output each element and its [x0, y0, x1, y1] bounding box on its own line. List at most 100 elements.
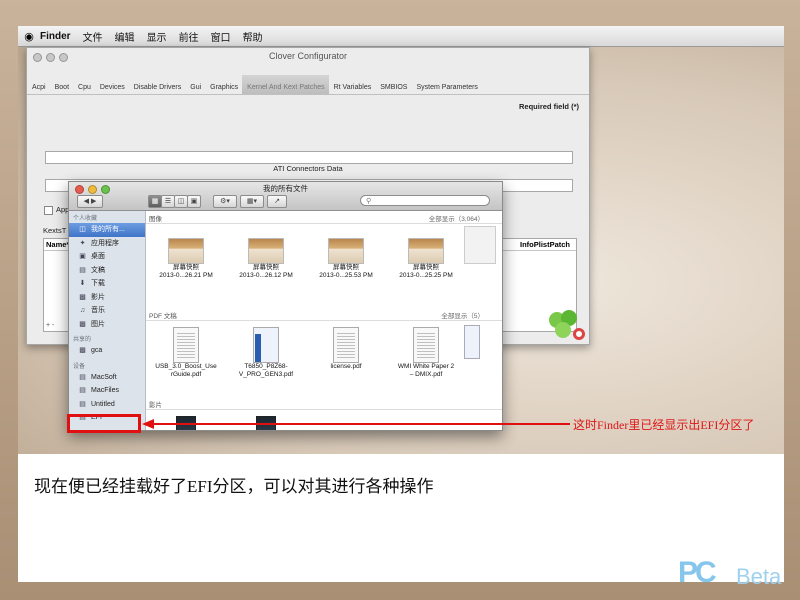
- ati-data-field[interactable]: [45, 151, 573, 164]
- menu-go[interactable]: 前往: [179, 29, 199, 44]
- shared-heading: 共享的: [73, 337, 92, 343]
- clover-leaf-icon: [545, 308, 587, 342]
- add-remove-buttons[interactable]: + -: [46, 322, 54, 329]
- screenshot-thumbnail: [248, 238, 284, 264]
- sidebar-item-applications[interactable]: ✦ 应用程序: [69, 237, 145, 251]
- close-button[interactable]: [33, 53, 42, 62]
- back-forward-buttons[interactable]: ◀ ▶: [77, 195, 103, 208]
- action-gear-icon[interactable]: ⚙▾: [213, 195, 237, 208]
- list-view-button[interactable]: ☰: [161, 195, 175, 208]
- tab-rt-variables[interactable]: Rt Variables: [329, 84, 376, 94]
- file-item[interactable]: USB_3.0_Boost_Use rGuide.pdf: [146, 327, 226, 397]
- sidebar-item-all-files[interactable]: ◫ 我的所有...: [69, 223, 145, 237]
- logo-beta: Beta: [736, 564, 782, 589]
- column-infoplistpatch[interactable]: InfoPlistPatch: [520, 240, 570, 249]
- logo-pc: PC: [678, 556, 717, 589]
- network-computer-icon: ▩: [79, 347, 86, 355]
- applications-icon: ✦: [79, 239, 86, 247]
- finder-titlebar: 我的所有文件 ◀ ▶ ▦ ☰ ◫ ▣ ⚙▾ ▦▾ ↗ ⚲: [69, 182, 502, 211]
- downloads-icon: ⬇: [79, 280, 86, 288]
- menu-edit[interactable]: 编辑: [115, 29, 135, 44]
- sidebar-item-music[interactable]: ♫ 音乐: [69, 304, 145, 318]
- tab-gui[interactable]: Gui: [185, 84, 205, 94]
- file-item[interactable]: 屏幕快照 2013-0...26.12 PM: [226, 238, 306, 308]
- caption-area: 现在便已经挂载好了EFI分区，可以对其进行各种操作: [18, 454, 784, 582]
- menu-file[interactable]: 文件: [83, 29, 103, 44]
- pdf-thumbnail: [413, 327, 439, 363]
- zoom-button[interactable]: [59, 53, 68, 62]
- sidebar-item-untitled[interactable]: ▤ Untitled: [69, 398, 145, 412]
- tab-smbios[interactable]: SMBIOS: [375, 84, 411, 94]
- pictures-icon: ▩: [79, 320, 86, 328]
- tab-boot[interactable]: Boot: [50, 84, 73, 94]
- search-input[interactable]: ⚲: [360, 195, 490, 206]
- tab-system-parameters[interactable]: System Parameters: [411, 84, 481, 94]
- pcbeta-logo: PC Beta: [678, 556, 792, 596]
- ati-data-label: ATI Connectors Data: [273, 164, 343, 173]
- section-header-images: 图像 全部显示（3,064）: [146, 211, 502, 224]
- icon-view-button[interactable]: ▦: [148, 195, 162, 208]
- file-item[interactable]: T6850_P8Z68- V_PRO_GEN3.pdf: [226, 327, 306, 397]
- screenshot-thumbnail: [328, 238, 364, 264]
- sidebar-item-gca[interactable]: ▩ gca: [69, 344, 145, 358]
- documents-icon: ▤: [79, 266, 86, 274]
- file-item[interactable]: WMI White Paper 2 – DMIX.pdf: [386, 327, 466, 397]
- column-name[interactable]: Name*: [46, 240, 69, 249]
- coverflow-view-button[interactable]: ▣: [187, 195, 201, 208]
- menu-view[interactable]: 显示: [147, 29, 167, 44]
- screenshot-area: ◉ Finder 文件 编辑 显示 前往 窗口 帮助 Clover Config…: [18, 26, 784, 454]
- show-all-link[interactable]: 全部显示（3,064）: [429, 213, 484, 223]
- pdf-thumbnail: [173, 327, 199, 363]
- pdf-thumbnail: [253, 327, 279, 363]
- kexts-label: KextsT: [43, 226, 67, 235]
- section-header-movies: 影片: [146, 397, 502, 410]
- tab-graphics[interactable]: Graphics: [205, 84, 242, 94]
- annotation-arrow: [142, 419, 570, 429]
- file-item[interactable]: 屏幕快照 2013-0...25.53 PM: [306, 238, 386, 308]
- app-checkbox[interactable]: [44, 206, 53, 215]
- disk-icon: ▤: [79, 373, 86, 381]
- disk-icon: ▤: [79, 400, 86, 408]
- annotation-text: 这时Finder里已经显示出EFI分区了: [573, 418, 755, 432]
- menu-window[interactable]: 窗口: [211, 29, 231, 44]
- arrange-icon[interactable]: ▦▾: [240, 195, 264, 208]
- tab-kernel-kext-patches[interactable]: Kernel And Kext Patches: [242, 75, 329, 94]
- finder-window: 我的所有文件 ◀ ▶ ▦ ☰ ◫ ▣ ⚙▾ ▦▾ ↗ ⚲ 个人收藏 ◫ 我的所有.…: [68, 181, 503, 431]
- clover-tabs: Acpi Boot Cpu Devices Disable Drivers Gu…: [27, 72, 589, 95]
- menu-bar: ◉ Finder 文件 编辑 显示 前往 窗口 帮助: [18, 26, 784, 47]
- menu-finder[interactable]: Finder: [40, 31, 71, 42]
- music-icon: ♫: [79, 307, 86, 315]
- menu-help[interactable]: 帮助: [243, 29, 263, 44]
- tab-acpi[interactable]: Acpi: [27, 84, 50, 94]
- tab-devices[interactable]: Devices: [95, 84, 129, 94]
- show-all-link[interactable]: 全部显示（5）: [441, 310, 484, 320]
- pdf-thumbnail: [333, 327, 359, 363]
- more-thumbnail: [464, 325, 480, 359]
- apple-menu-icon[interactable]: ◉: [18, 30, 40, 43]
- file-item[interactable]: license.pdf: [306, 327, 386, 397]
- column-view-button[interactable]: ◫: [174, 195, 188, 208]
- tab-disable-drivers[interactable]: Disable Drivers: [129, 84, 185, 94]
- minimize-button[interactable]: [46, 53, 55, 62]
- sidebar-item-macsoft[interactable]: ▤ MacSoft: [69, 371, 145, 385]
- sidebar-item-macfiles[interactable]: ▤ MacFiles: [69, 384, 145, 398]
- devices-heading: 设备: [73, 363, 86, 370]
- screenshot-thumbnail: [168, 238, 204, 264]
- sidebar-item-desktop[interactable]: ▣ 桌面: [69, 250, 145, 264]
- file-item[interactable]: 屏幕快照 2013-0...25.25 PM: [386, 238, 466, 308]
- sidebar-item-documents[interactable]: ▤ 文稿: [69, 264, 145, 278]
- favorites-heading: 个人收藏: [73, 216, 98, 222]
- sidebar-item-movies[interactable]: ▩ 影片: [69, 291, 145, 305]
- caption-text: 现在便已经挂载好了EFI分区，可以对其进行各种操作: [34, 477, 434, 496]
- sidebar-item-pictures[interactable]: ▩ 图片: [69, 318, 145, 332]
- section-label: 图像: [149, 216, 162, 223]
- more-thumbnail: [464, 226, 496, 264]
- file-item[interactable]: 屏幕快照 2013-0...26.21 PM: [146, 238, 226, 308]
- finder-content: 图像 全部显示（3,064） 屏幕快照 2013-0...26.21 PM 屏幕…: [146, 211, 502, 430]
- required-field-note: Required field (*): [518, 102, 579, 111]
- tab-cpu[interactable]: Cpu: [73, 84, 95, 94]
- disk-icon: ▤: [79, 387, 86, 395]
- section-label: PDF 文稿: [149, 313, 177, 320]
- sidebar-item-downloads[interactable]: ⬇ 下载: [69, 277, 145, 291]
- share-icon[interactable]: ↗: [267, 195, 287, 208]
